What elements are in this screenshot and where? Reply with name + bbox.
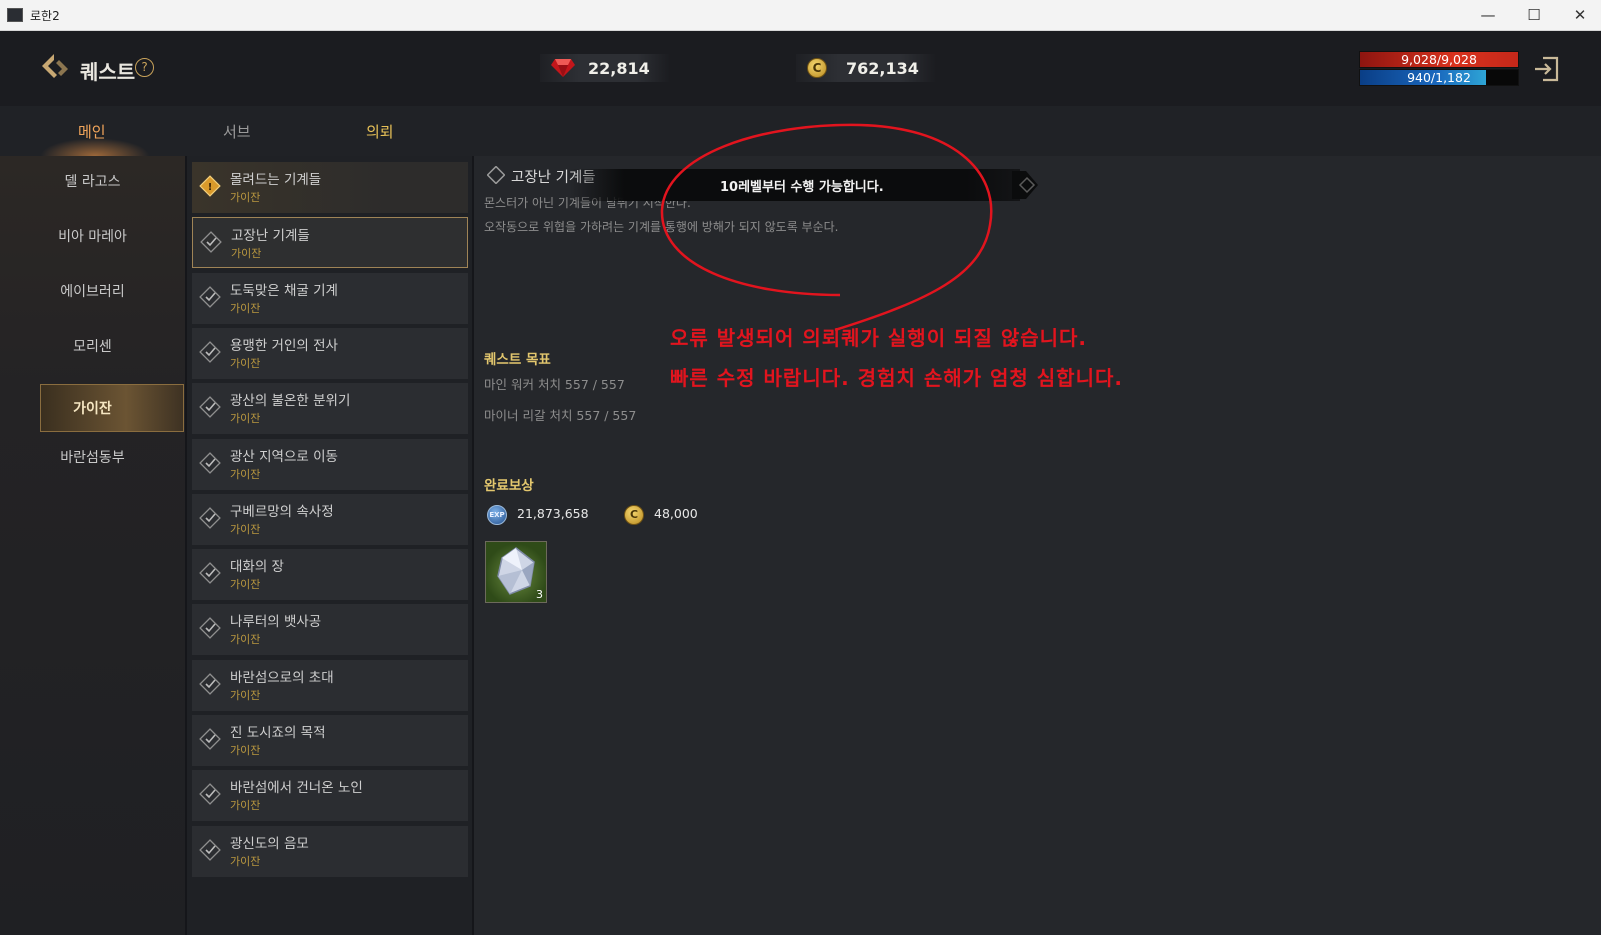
quest-region: 가이잔 [230, 799, 261, 813]
quest-region: 가이잔 [230, 688, 261, 702]
region-item-gaizan[interactable]: 가이잔 [0, 398, 185, 418]
quest-region: 가이잔 [230, 412, 261, 426]
mp-text: 940/1,182 [1407, 70, 1471, 85]
gold-coin-icon: C [807, 58, 827, 78]
quest-region: 가이잔 [230, 578, 261, 592]
quest-list-item[interactable]: 고장난 기계들가이잔 [192, 217, 468, 269]
quest-list-item[interactable]: 구베르망의 속사정가이잔 [192, 493, 468, 545]
quest-name: 도둑맞은 채굴 기계 [230, 282, 338, 299]
quest-region: 가이잔 [230, 522, 261, 536]
quest-logo-icon [42, 54, 68, 78]
quest-check-icon [199, 617, 221, 640]
quest-name: 몰려드는 기계들 [230, 172, 322, 188]
tab-sub[interactable]: 서브 [223, 121, 251, 142]
quest-list-item[interactable]: 바란섬에서 건너온 노인가이잔 [192, 770, 468, 822]
quest-check-icon [199, 672, 221, 695]
quest-check-icon [199, 562, 221, 584]
quest-list-item[interactable]: 용맹한 거인의 전사가이잔 [192, 327, 468, 379]
objective-item: 마이너 리갈 처치 557 / 557 [484, 408, 637, 423]
reward-exp-value: 21,873,658 [517, 506, 589, 521]
exit-icon[interactable] [1531, 54, 1561, 84]
quest-check-icon [199, 396, 221, 419]
quest-check-icon [199, 451, 221, 474]
quest-check-icon [199, 285, 221, 308]
region-item-morisen[interactable]: 모리센 [0, 336, 185, 356]
quest-check-icon [199, 341, 221, 363]
toast-end-ornament-icon [1012, 171, 1038, 199]
quest-list-item[interactable]: 나루터의 뱃사공가이잔 [192, 604, 468, 656]
app-icon [7, 8, 23, 22]
objective-header: 퀘스트 목표 [484, 352, 551, 368]
region-item-via-marea[interactable]: 비아 마레아 [0, 226, 185, 246]
quest-list-item[interactable]: ! 몰려드는 기계들가이잔 [192, 162, 468, 213]
annotation-line2: 빠른 수정 바랍니다. 경험치 손해가 엄청 심합니다. [670, 366, 1123, 390]
quest-list-item[interactable]: 광산의 불온한 분위기가이잔 [192, 383, 468, 435]
reward-item-count: 3 [536, 588, 543, 601]
gold-coin-icon: C [624, 505, 644, 525]
quest-region: 가이잔 [230, 191, 261, 204]
quest-name: 진 도시죠의 목적 [230, 725, 326, 741]
quest-check-icon [199, 783, 221, 806]
quest-list-item[interactable]: 광신도의 음모가이잔 [192, 825, 468, 877]
exp-icon: EXP [487, 505, 507, 525]
gem-count: 22,814 [588, 59, 650, 78]
quest-check-icon [199, 838, 221, 861]
quest-name: 광신도의 음모 [230, 835, 309, 852]
quest-list-item[interactable]: 바란섬으로의 초대가이잔 [192, 659, 468, 711]
gold-count: 762,134 [846, 59, 919, 78]
page-title: 퀘스트 [80, 60, 136, 84]
annotation-line1: 오류 발생되어 의뢰퀘가 실행이 되질 않습니다. [670, 326, 1088, 350]
panel-divider [185, 156, 187, 935]
quest-region: 가이잔 [230, 301, 261, 315]
reward-header: 완료보상 [484, 478, 534, 494]
objective-item: 마인 워커 처치 557 / 557 [484, 377, 625, 392]
quest-alert-icon: ! [199, 175, 221, 197]
quest-check-icon [200, 231, 222, 254]
quest-diamond-icon [487, 166, 505, 184]
quest-name: 광산의 불온한 분위기 [230, 393, 351, 410]
quest-name: 나루터의 뱃사공 [230, 614, 322, 631]
hp-text: 9,028/9,028 [1401, 52, 1477, 67]
help-icon[interactable]: ? [135, 58, 154, 77]
quest-list-item[interactable]: 광산 지역으로 이동가이잔 [192, 438, 468, 490]
minimize-button[interactable]: — [1465, 0, 1511, 30]
quest-list-item[interactable]: 도둑맞은 채굴 기계가이잔 [192, 272, 468, 324]
quest-region: 가이잔 [230, 633, 261, 647]
quest-check-icon [199, 728, 221, 750]
region-item-del-lagos[interactable]: 델 라고스 [0, 171, 185, 191]
reward-item-slot[interactable]: 3 [485, 541, 547, 603]
region-item-avery[interactable]: 에이브러리 [0, 281, 185, 301]
quest-check-icon [199, 506, 221, 529]
region-panel [0, 156, 185, 935]
hp-bar: 9,028/9,028 [1359, 51, 1519, 68]
quest-list: ! 몰려드는 기계들 가이잔 고장난 기계들 가이잔 도둑맞은 채굴 기계 가이잔 용맹한 거… [190, 162, 470, 907]
region-item-baran-east[interactable]: 바란섬동부 [0, 447, 185, 467]
close-button[interactable]: ✕ [1557, 0, 1601, 30]
reward-gold-value: 48,000 [654, 506, 698, 521]
quest-list-item[interactable]: 진 도시죠의 목적가이잔 [192, 715, 468, 766]
window-titlebar: 로한2 — ☐ ✕ [0, 0, 1601, 31]
red-annotation-circle [660, 123, 993, 332]
mp-bar: 940/1,182 [1359, 69, 1519, 86]
quest-name: 광산 지역으로 이동 [230, 448, 338, 465]
quest-name: 바란섬으로의 초대 [230, 669, 334, 686]
quest-name: 용맹한 거인의 전사 [230, 337, 338, 354]
quest-name: 바란섬에서 건너온 노인 [230, 780, 363, 797]
quest-detail-panel [474, 156, 1601, 935]
quest-region: 가이잔 [230, 467, 261, 481]
quest-region: 가이잔 [230, 744, 261, 757]
tab-request[interactable]: 의뢰 [366, 121, 394, 142]
quest-region: 가이잔 [230, 356, 261, 370]
quest-region: 가이잔 [231, 247, 262, 261]
ruby-gem-icon [551, 59, 575, 77]
svg-text:!: ! [208, 182, 213, 193]
tab-main[interactable]: 메인 [78, 121, 106, 142]
quest-name: 고장난 기계들 [231, 228, 310, 245]
quest-region: 가이잔 [230, 854, 261, 868]
quest-name: 구베르망의 속사정 [230, 503, 334, 520]
quest-list-item[interactable]: 대화의 장가이잔 [192, 549, 468, 601]
maximize-button[interactable]: ☐ [1511, 0, 1557, 30]
window-title: 로한2 [30, 9, 60, 23]
quest-name: 대화의 장 [230, 559, 284, 576]
